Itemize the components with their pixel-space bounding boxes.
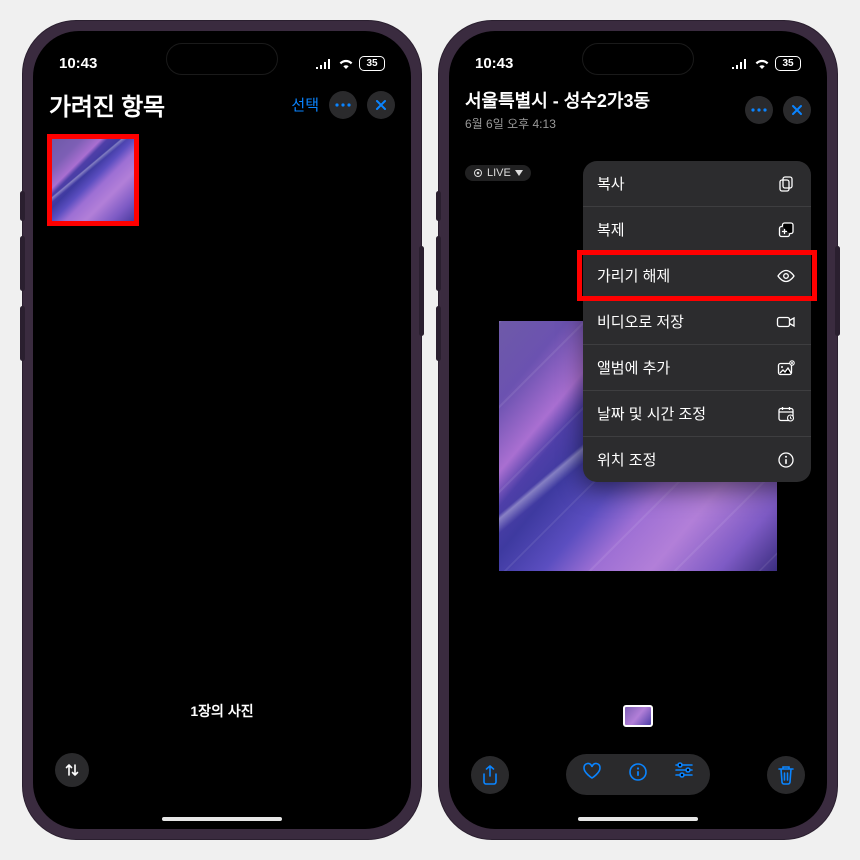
ellipsis-icon bbox=[335, 103, 351, 107]
photo-count-label: 1장의 사진 bbox=[33, 701, 411, 721]
power-btn bbox=[419, 246, 424, 336]
share-icon bbox=[481, 765, 499, 785]
menu-item-save-video[interactable]: 비디오로 저장 bbox=[583, 299, 811, 345]
close-icon bbox=[791, 104, 803, 116]
live-badge[interactable]: LIVE bbox=[465, 165, 531, 181]
home-indicator[interactable] bbox=[162, 817, 282, 821]
filmstrip-thumbnail[interactable] bbox=[623, 705, 653, 727]
menu-label: 가리기 해제 bbox=[597, 265, 670, 286]
battery-icon: 35 bbox=[359, 56, 385, 71]
dynamic-island bbox=[167, 44, 277, 74]
wifi-icon bbox=[754, 57, 770, 69]
menu-label: 앨범에 추가 bbox=[597, 357, 670, 378]
menu-item-add-album[interactable]: 앨범에 추가 bbox=[583, 345, 811, 391]
cellular-icon bbox=[316, 58, 333, 69]
phone-frame-left: 10:43 35 가려진 항목 선택 bbox=[22, 20, 422, 840]
vol-up-btn bbox=[436, 236, 441, 291]
page-subtitle: 6월 6일 오후 4:13 bbox=[465, 115, 650, 132]
select-button[interactable]: 선택 bbox=[291, 94, 319, 115]
chevron-down-icon bbox=[515, 170, 523, 176]
vol-down-btn bbox=[20, 306, 25, 361]
video-icon bbox=[775, 315, 797, 329]
live-label: LIVE bbox=[487, 167, 511, 179]
power-btn bbox=[835, 246, 840, 336]
bottom-toolbar bbox=[449, 754, 827, 795]
phone-frame-right: 10:43 35 서울특별시 - 성수2가3동 6월 6일 오후 4:13 bbox=[438, 20, 838, 840]
menu-item-copy[interactable]: 복사 bbox=[583, 161, 811, 207]
photo-grid bbox=[33, 126, 411, 234]
sliders-icon bbox=[674, 762, 694, 778]
photo-thumbnail[interactable] bbox=[52, 139, 134, 221]
vol-up-btn bbox=[20, 236, 25, 291]
status-indicators: 35 bbox=[316, 56, 385, 71]
album-icon bbox=[775, 360, 797, 376]
duplicate-icon bbox=[775, 221, 797, 239]
delete-button[interactable] bbox=[767, 756, 805, 794]
cellular-icon bbox=[732, 58, 749, 69]
screen-right: 10:43 35 서울특별시 - 성수2가3동 6월 6일 오후 4:13 bbox=[449, 31, 827, 829]
info-button[interactable] bbox=[628, 762, 648, 787]
side-btn bbox=[436, 191, 441, 221]
nav-row: 가려진 항목 선택 bbox=[33, 81, 411, 126]
menu-item-duplicate[interactable]: 복제 bbox=[583, 207, 811, 253]
close-button[interactable] bbox=[783, 96, 811, 124]
menu-item-adjust-datetime[interactable]: 날짜 및 시간 조정 bbox=[583, 391, 811, 437]
status-indicators: 35 bbox=[732, 56, 801, 71]
menu-item-adjust-location[interactable]: 위치 조정 bbox=[583, 437, 811, 482]
menu-label: 비디오로 저장 bbox=[597, 311, 684, 332]
status-time: 10:43 bbox=[59, 55, 97, 72]
sort-button[interactable] bbox=[55, 753, 89, 787]
more-button[interactable] bbox=[329, 91, 357, 119]
info-circle-icon bbox=[628, 762, 648, 782]
toolbar-pill bbox=[566, 754, 710, 795]
trash-icon bbox=[777, 765, 795, 785]
calendar-icon bbox=[775, 405, 797, 423]
live-icon bbox=[473, 168, 483, 178]
home-indicator[interactable] bbox=[578, 817, 698, 821]
dynamic-island bbox=[583, 44, 693, 74]
close-button[interactable] bbox=[367, 91, 395, 119]
page-title: 서울특별시 - 성수2가3동 bbox=[465, 87, 650, 113]
page-title: 가려진 항목 bbox=[49, 87, 165, 122]
nav-row: 서울특별시 - 성수2가3동 6월 6일 오후 4:13 bbox=[449, 81, 827, 136]
screen-left: 10:43 35 가려진 항목 선택 bbox=[33, 31, 411, 829]
side-btn bbox=[20, 191, 25, 221]
close-icon bbox=[375, 99, 387, 111]
wifi-icon bbox=[338, 57, 354, 69]
more-button[interactable] bbox=[745, 96, 773, 124]
info-icon bbox=[775, 451, 797, 469]
status-time: 10:43 bbox=[475, 55, 513, 72]
menu-label: 위치 조정 bbox=[597, 449, 656, 470]
menu-label: 복사 bbox=[597, 173, 625, 194]
eye-icon bbox=[775, 269, 797, 283]
heart-icon bbox=[582, 762, 602, 780]
context-menu: 복사 복제 가리기 해제 비디오로 저장 bbox=[583, 161, 811, 482]
battery-icon: 35 bbox=[775, 56, 801, 71]
ellipsis-icon bbox=[751, 108, 767, 112]
share-button[interactable] bbox=[471, 756, 509, 794]
favorite-button[interactable] bbox=[582, 762, 602, 787]
sort-arrows-icon bbox=[64, 762, 80, 778]
copy-icon bbox=[775, 175, 797, 193]
menu-label: 날짜 및 시간 조정 bbox=[597, 403, 706, 424]
vol-down-btn bbox=[436, 306, 441, 361]
photo-thumbnail-highlight bbox=[47, 134, 139, 226]
menu-item-unhide[interactable]: 가리기 해제 bbox=[583, 253, 811, 299]
edit-button[interactable] bbox=[674, 762, 694, 787]
menu-label: 복제 bbox=[597, 219, 625, 240]
